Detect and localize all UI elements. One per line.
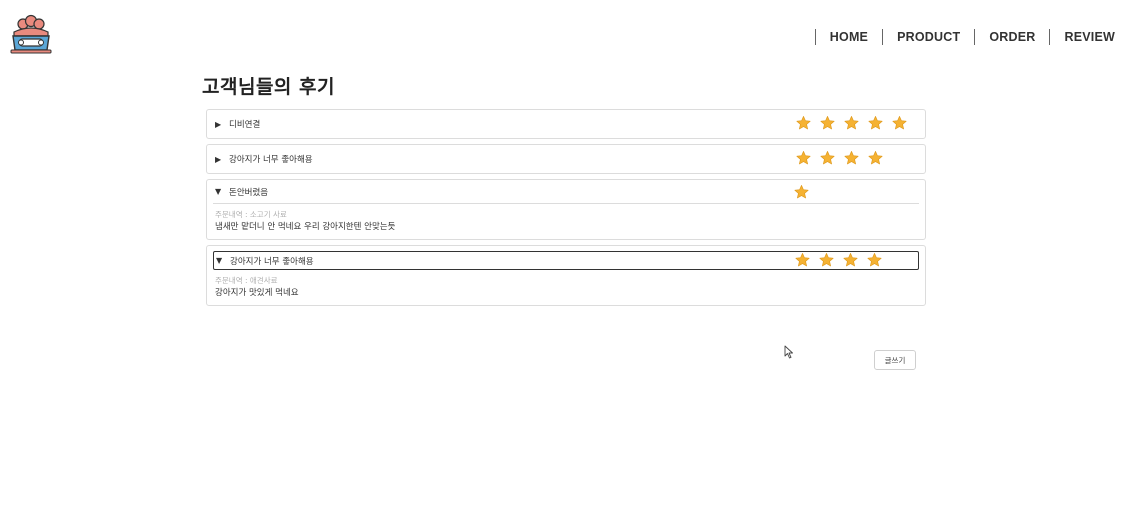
review-header[interactable]: ▶ 강아지가 너무 좋아해용: [207, 145, 925, 173]
star-rating: [794, 252, 890, 270]
star-icon: [820, 116, 835, 130]
nav-home-link[interactable]: HOME: [830, 30, 868, 44]
review-title: 강아지가 너무 좋아해용: [229, 155, 313, 165]
page-title: 고객님들의 후기: [202, 76, 335, 98]
nav-product-link[interactable]: PRODUCT: [897, 30, 960, 44]
review-list: ▶ 디비연결 ▶ 강아지가 너무 좋아해용 ▼ 돈안버렸음 주문내역 : 소고기…: [206, 109, 926, 311]
star-icon: [844, 116, 859, 130]
review-header-focused[interactable]: ▼ 강아지가 너무 좋아해용: [213, 251, 919, 270]
collapse-triangle-icon: ▼: [216, 256, 223, 265]
star-icon: [794, 185, 809, 199]
review-header[interactable]: ▼ 돈안버렸음: [213, 180, 919, 204]
review-card: ▶ 강아지가 너무 좋아해용: [206, 144, 926, 174]
main-nav: HOME PRODUCT ORDER REVIEW: [801, 29, 1115, 45]
expand-triangle-icon: ▶: [215, 154, 222, 164]
review-body: 주문내역 : 애견사료 강아지가 맛있게 먹네요: [207, 270, 925, 305]
expand-triangle-icon: ▶: [215, 119, 222, 129]
write-review-button[interactable]: 글쓰기: [874, 350, 916, 370]
star-icon: [892, 116, 907, 130]
nav-review-link[interactable]: REVIEW: [1064, 30, 1115, 44]
review-order-info: 주문내역 : 애견사료: [215, 276, 278, 285]
star-icon: [843, 253, 858, 267]
star-icon: [820, 151, 835, 165]
nav-divider: [974, 29, 976, 45]
star-rating: [795, 150, 891, 168]
review-card-expanded: ▼ 강아지가 너무 좋아해용 주문내역 : 애견사료 강아지가 맛있게 먹네요: [206, 245, 926, 306]
review-card-expanded: ▼ 돈안버렸음 주문내역 : 소고기 사료 냄새만 맡더니 안 먹네요 우리 강…: [206, 179, 926, 240]
review-header[interactable]: ▶ 디비연결: [207, 110, 925, 138]
star-icon: [868, 151, 883, 165]
star-icon: [819, 253, 834, 267]
star-rating: [793, 184, 817, 202]
mouse-cursor-icon: [784, 345, 793, 359]
star-icon: [796, 116, 811, 130]
review-content: 강아지가 맛있게 먹네요: [215, 288, 299, 298]
review-card: ▶ 디비연결: [206, 109, 926, 139]
star-icon: [868, 116, 883, 130]
dog-food-bowl-logo-icon[interactable]: [10, 14, 52, 54]
star-icon: [844, 151, 859, 165]
star-rating: [795, 115, 915, 133]
nav-divider: [814, 29, 816, 45]
review-order-info: 주문내역 : 소고기 사료: [215, 210, 287, 219]
collapse-triangle-icon: ▼: [215, 187, 222, 196]
star-icon: [796, 151, 811, 165]
nav-divider: [882, 29, 884, 45]
nav-order-link[interactable]: ORDER: [989, 30, 1035, 44]
star-icon: [867, 253, 882, 267]
review-body: 주문내역 : 소고기 사료 냄새만 맡더니 안 먹네요 우리 강아지한텐 안맞는…: [207, 204, 925, 239]
star-icon: [795, 253, 810, 267]
review-title: 강아지가 너무 좋아해용: [230, 256, 314, 267]
review-title: 돈안버렸음: [229, 187, 269, 198]
review-content: 냄새만 맡더니 안 먹네요 우리 강아지한텐 안맞는듯: [215, 222, 396, 232]
nav-divider: [1049, 29, 1051, 45]
review-title: 디비연결: [229, 120, 261, 130]
